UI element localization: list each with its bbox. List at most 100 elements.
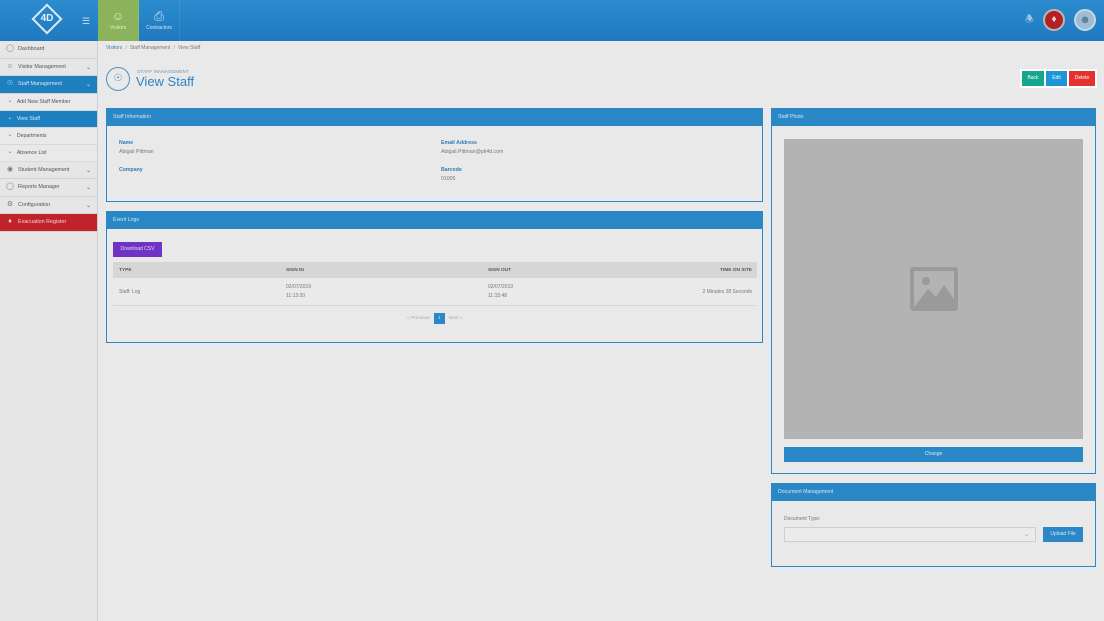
top-nav: ☺ Visitors ⎙ Contractors — [98, 0, 180, 41]
chevron-down-icon: ⌄ — [85, 202, 91, 209]
edit-button[interactable]: Edit — [1046, 71, 1067, 86]
person-icon: ☺ — [6, 62, 14, 70]
sidebar-item-label: Absence List — [16, 149, 47, 156]
barcode-field: Barcode 01005 — [441, 167, 462, 182]
sidebar-item-view-staff[interactable]: • View Staff — [0, 110, 97, 128]
pagination-next[interactable]: Next » — [449, 316, 463, 321]
page-title: View Staff — [136, 74, 195, 89]
column-header-sign-in[interactable]: SIGN IN — [286, 268, 488, 273]
cell-time-on-site: 2 Minutes 28 Seconds — [702, 288, 752, 295]
sidebar-item-dashboard[interactable]: ◯ Dashboard — [0, 41, 97, 59]
sidebar-item-configuration[interactable]: ⚙ Configuration ⌄ — [0, 197, 97, 214]
sidebar-item-evacuation-register[interactable]: ♦ Evacuation Register — [0, 214, 97, 232]
top-right-controls: 🕭 ♦ ☻ — [1025, 9, 1096, 31]
sidebar-item-student-management[interactable]: ◉ Student Management ⌄ — [0, 162, 97, 179]
sidebar-item-label: View Staff — [16, 115, 40, 122]
name-value: Abigail Pittman — [119, 149, 154, 155]
sidebar-item-label: Reports Manager — [18, 184, 60, 191]
sign-in-time: 11:13:20 — [286, 293, 306, 299]
email-label: Email Address — [441, 140, 477, 146]
fire-icon: ♦ — [8, 218, 12, 226]
chevron-down-icon: ⌄ — [85, 167, 91, 174]
barcode-label: Barcode — [441, 167, 462, 173]
nav-visitors-label: Visitors — [109, 25, 127, 31]
panel-heading: Staff Photo — [772, 109, 1095, 126]
breadcrumb-view-staff: View Staff — [177, 45, 201, 51]
gear-icon: ⚙ — [6, 200, 14, 208]
logo-text: 4D — [40, 13, 54, 24]
document-type-label: Document Type: — [784, 516, 821, 522]
event-logs-panel: Event Logs Download CSV TYPE SIGN IN SIG… — [106, 211, 763, 343]
reports-icon: ◯ — [6, 183, 14, 191]
pagination: « Previous 1 Next » — [407, 313, 463, 324]
clipboard-icon: ⎙ — [154, 9, 164, 23]
sidebar-item-departments[interactable]: • Departments — [0, 127, 97, 145]
chevron-down-icon: ⌄ — [85, 185, 91, 191]
cell-sign-out: 02/07/2019 11:15:48 — [488, 284, 690, 299]
chevron-down-icon: ⌄ — [1023, 532, 1029, 538]
sign-in-date: 02/07/2019 — [286, 284, 312, 290]
pagination-previous[interactable]: « Previous — [407, 316, 430, 321]
sidebar-item-label: Configuration — [18, 201, 51, 208]
download-csv-button[interactable]: Download CSV — [113, 242, 162, 257]
breadcrumb: Visitors / Staff Management / View Staff — [106, 45, 200, 51]
breadcrumb-visitors[interactable]: Visitors — [106, 45, 122, 51]
bullet-icon: • — [9, 132, 11, 139]
top-bar: 4D ☰ ☺ Visitors ⎙ Contractors 🕭 ♦ ☻ — [0, 0, 1104, 41]
sign-out-date: 02/07/2019 — [488, 284, 514, 290]
sidebar-item-label: Staff Management — [18, 81, 62, 88]
sidebar-item-label: Dashboard — [18, 46, 45, 53]
sidebar-item-staff-management[interactable]: ☉ Staff Management ⌄ — [0, 76, 97, 94]
column-header-sign-out[interactable]: SIGN OUT — [488, 268, 690, 273]
back-button[interactable]: Back — [1022, 71, 1044, 86]
student-icon: ◉ — [6, 165, 14, 173]
sidebar-item-label: Add New Staff Member — [16, 98, 71, 105]
sidebar-item-visitor-management[interactable]: ☺ Visitor Management ⌄ — [0, 59, 97, 76]
sidebar-item-absence-list[interactable]: • Absence List — [0, 144, 97, 162]
sidebar-item-label: Departments — [16, 132, 47, 139]
cell-sign-in: 02/07/2019 11:13:20 — [286, 284, 488, 299]
name-field: Name Abigail Pittman — [119, 140, 154, 155]
company-field: Company — [119, 167, 143, 176]
bullet-icon: • — [9, 98, 11, 105]
sidebar-item-label: Visitor Management — [18, 63, 66, 70]
change-photo-button[interactable]: Change — [784, 447, 1083, 462]
email-value: Abigail.Pittman@pti4d.com — [441, 149, 504, 155]
pagination-page[interactable]: 1 — [433, 313, 445, 324]
nav-contractors[interactable]: ⎙ Contractors — [139, 0, 180, 41]
breadcrumb-separator: / — [125, 45, 127, 51]
breadcrumb-staff-management[interactable]: Staff Management — [130, 45, 171, 51]
bullet-icon: • — [9, 149, 11, 156]
document-management-panel: Document Management Document Type: ⌄ Upl… — [771, 483, 1096, 567]
staff-group-icon: ☉ — [106, 67, 130, 91]
hamburger-menu-icon[interactable]: ☰ — [82, 16, 90, 27]
panel-heading: Event Logs — [107, 212, 762, 229]
company-label: Company — [119, 167, 143, 173]
table-row: Staff: Log 02/07/2019 11:13:20 02/07/201… — [113, 278, 757, 306]
cell-type: Staff: Log — [119, 288, 141, 295]
staff-photo-panel: Staff Photo Change — [771, 108, 1096, 474]
document-type-select[interactable]: ⌄ — [784, 527, 1036, 542]
name-label: Name — [119, 140, 134, 146]
image-placeholder-icon-svg — [914, 277, 954, 307]
image-placeholder-icon — [910, 267, 958, 311]
nav-visitors[interactable]: ☺ Visitors — [98, 0, 139, 41]
column-header-time-on-site[interactable]: TIME ON SITE — [690, 268, 752, 273]
fire-icon[interactable]: ♦ — [1043, 9, 1065, 31]
sidebar: ◯ Dashboard ☺ Visitor Management ⌄ ☉ Sta… — [0, 41, 98, 621]
column-header-type[interactable]: TYPE — [113, 268, 286, 273]
sidebar-item-add-staff[interactable]: • Add New Staff Member — [0, 93, 97, 111]
table-header: TYPE SIGN IN SIGN OUT TIME ON SITE — [113, 262, 757, 278]
breadcrumb-separator: / — [173, 45, 175, 51]
avatar[interactable]: ☻ — [1074, 9, 1096, 31]
staff-icon: ☉ — [6, 80, 14, 88]
sidebar-item-reports-manager[interactable]: ◯ Reports Manager ⌄ — [0, 179, 97, 197]
bell-icon[interactable]: 🕭 — [1025, 12, 1034, 29]
delete-button[interactable]: Delete — [1069, 71, 1095, 86]
sign-out-time: 11:15:48 — [488, 293, 508, 299]
sidebar-item-label: Evacuation Register — [18, 219, 67, 226]
chevron-down-icon: ⌄ — [85, 64, 91, 71]
panel-heading: Staff Information — [107, 109, 762, 126]
bullet-icon: • — [9, 115, 11, 122]
upload-file-button[interactable]: Upload File — [1043, 527, 1083, 542]
